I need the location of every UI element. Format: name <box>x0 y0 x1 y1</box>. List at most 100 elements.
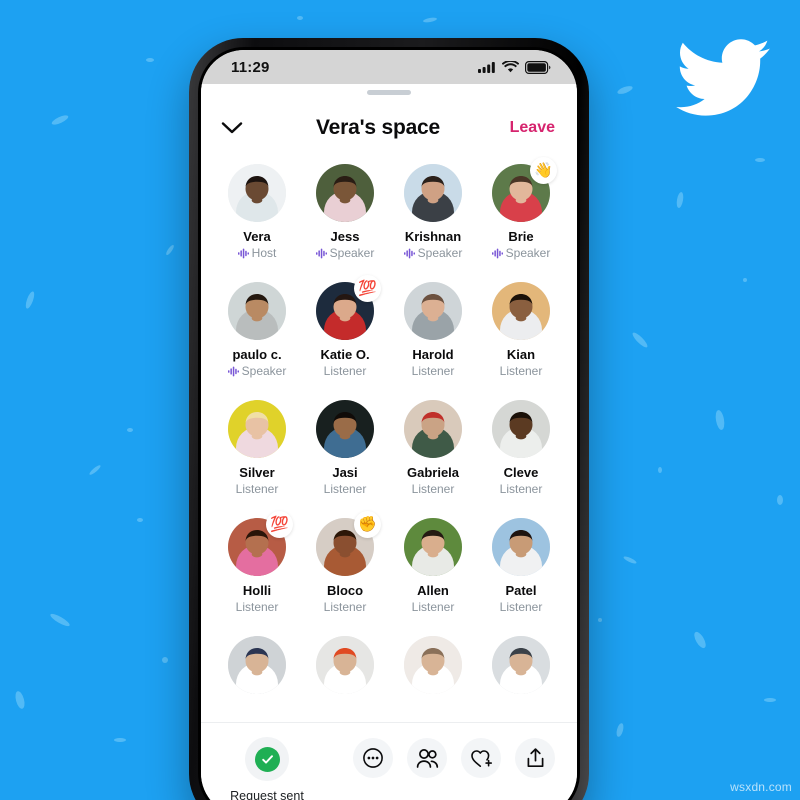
avatar[interactable] <box>316 164 374 222</box>
participant-role-row: Speaker <box>315 246 374 260</box>
participant-name: Harold <box>412 347 454 362</box>
participant-card[interactable]: Jess Speaker <box>303 164 387 260</box>
avatar-photo <box>492 400 550 458</box>
avatar[interactable] <box>492 400 550 458</box>
avatar-image <box>228 400 286 458</box>
participant-card[interactable]: Krishnan Speaker <box>391 164 475 260</box>
avatar-image <box>492 518 550 576</box>
request-sent-button[interactable] <box>245 737 289 781</box>
two-people-icon <box>416 748 438 768</box>
participant-role-row: Listener <box>324 482 367 496</box>
people-button[interactable] <box>407 738 447 778</box>
avatar-image <box>228 164 286 222</box>
participant-card[interactable]: Cleve Listener <box>479 400 563 496</box>
participant-card[interactable]: Allen Listener <box>391 518 475 614</box>
participant-card[interactable]: Silver Listener <box>215 400 299 496</box>
avatar-image <box>316 164 374 222</box>
check-mark-icon <box>261 754 273 764</box>
audio-waveform-icon <box>315 248 327 258</box>
avatar[interactable] <box>228 636 286 694</box>
collapse-button[interactable] <box>221 121 255 135</box>
avatar-image <box>228 636 286 694</box>
twitter-bird-icon <box>676 39 771 116</box>
participant-role: Listener <box>323 482 367 496</box>
participant-card[interactable]: paulo c. Speaker <box>215 282 299 378</box>
avatar[interactable] <box>404 282 462 340</box>
avatar-image <box>316 400 374 458</box>
participant-card-partial[interactable] <box>391 636 475 694</box>
participant-role: Listener <box>411 600 455 614</box>
avatar[interactable] <box>316 400 374 458</box>
participant-role-row: Listener <box>412 482 455 496</box>
sheet-handle-area[interactable] <box>201 84 577 100</box>
participant-card[interactable]: Kian Listener <box>479 282 563 378</box>
participant-card[interactable]: Harold Listener <box>391 282 475 378</box>
participant-name: Krishnan <box>404 229 462 244</box>
participant-card[interactable]: ✊ Bloco Listener <box>303 511 387 614</box>
participant-card-partial[interactable] <box>215 636 299 694</box>
share-button[interactable] <box>515 738 555 778</box>
avatar[interactable] <box>492 518 550 576</box>
avatar-image <box>404 636 462 694</box>
participant-name: Vera <box>243 229 271 244</box>
participant-card[interactable]: 💯 Katie O. Listener <box>303 275 387 378</box>
participant-card[interactable]: 💯 Holli Listener <box>215 511 299 614</box>
avatar-photo <box>316 400 374 458</box>
drag-handle[interactable] <box>367 89 411 95</box>
avatar-image <box>404 164 462 222</box>
participant-card[interactable]: Jasi Listener <box>303 400 387 496</box>
react-button[interactable] <box>461 738 501 778</box>
participant-role-row: Listener <box>236 482 279 496</box>
avatar[interactable]: ✊ <box>316 511 381 576</box>
participant-role: Listener <box>499 364 543 378</box>
participant-card-partial[interactable] <box>303 636 387 694</box>
participants-grid: Vera Host Jess Speaker Krishnan Speaker … <box>215 157 563 694</box>
participant-card[interactable]: 👋 Brie Speaker <box>479 157 563 260</box>
avatar-photo <box>228 400 286 458</box>
participant-role: Speaker <box>417 246 463 260</box>
participant-card-partial[interactable] <box>479 636 563 694</box>
participant-card[interactable]: Vera Host <box>215 164 299 260</box>
participant-card[interactable]: Patel Listener <box>479 518 563 614</box>
avatar[interactable] <box>492 636 550 694</box>
avatar-photo <box>228 636 286 694</box>
audio-waveform-icon <box>227 366 239 376</box>
avatar[interactable] <box>492 282 550 340</box>
participant-name: Jess <box>330 229 360 244</box>
participant-card[interactable]: Gabriela Listener <box>391 400 475 496</box>
battery-icon <box>525 60 551 74</box>
avatar-image <box>228 282 286 340</box>
avatar[interactable] <box>228 164 286 222</box>
avatar[interactable]: 👋 <box>492 157 557 222</box>
avatar[interactable] <box>404 164 462 222</box>
participants-scroll-area[interactable]: Vera Host Jess Speaker Krishnan Speaker … <box>201 156 577 722</box>
avatar[interactable] <box>404 518 462 576</box>
participant-role: Speaker <box>241 364 287 378</box>
audio-waveform-icon <box>237 248 249 258</box>
participant-role: Host <box>251 246 277 260</box>
leave-button[interactable]: Leave <box>501 119 555 137</box>
request-sent-status[interactable]: Request sent <box>221 737 313 800</box>
avatar[interactable]: 💯 <box>228 511 293 576</box>
participant-role: Listener <box>499 600 543 614</box>
avatar-photo <box>316 636 374 694</box>
participant-role-row: Speaker <box>227 364 287 378</box>
cellular-signal-icon <box>478 62 495 73</box>
reaction-badge: 💯 <box>354 275 381 302</box>
participant-name: Jasi <box>332 465 358 480</box>
participant-role-row: Listener <box>500 482 543 496</box>
participant-role: Listener <box>499 482 543 496</box>
more-options-button[interactable] <box>353 738 393 778</box>
avatar[interactable] <box>228 282 286 340</box>
participant-role: Listener <box>235 482 279 496</box>
action-buttons <box>313 737 555 778</box>
avatar[interactable]: 💯 <box>316 275 381 340</box>
avatar[interactable] <box>316 636 374 694</box>
phone-device: 11:29 Vera's space Leave Vera Host Jess … <box>189 38 589 800</box>
wifi-icon <box>502 61 519 73</box>
avatar[interactable] <box>228 400 286 458</box>
participant-role: Speaker <box>505 246 551 260</box>
avatar-photo <box>316 164 374 222</box>
avatar[interactable] <box>404 636 462 694</box>
avatar[interactable] <box>404 400 462 458</box>
